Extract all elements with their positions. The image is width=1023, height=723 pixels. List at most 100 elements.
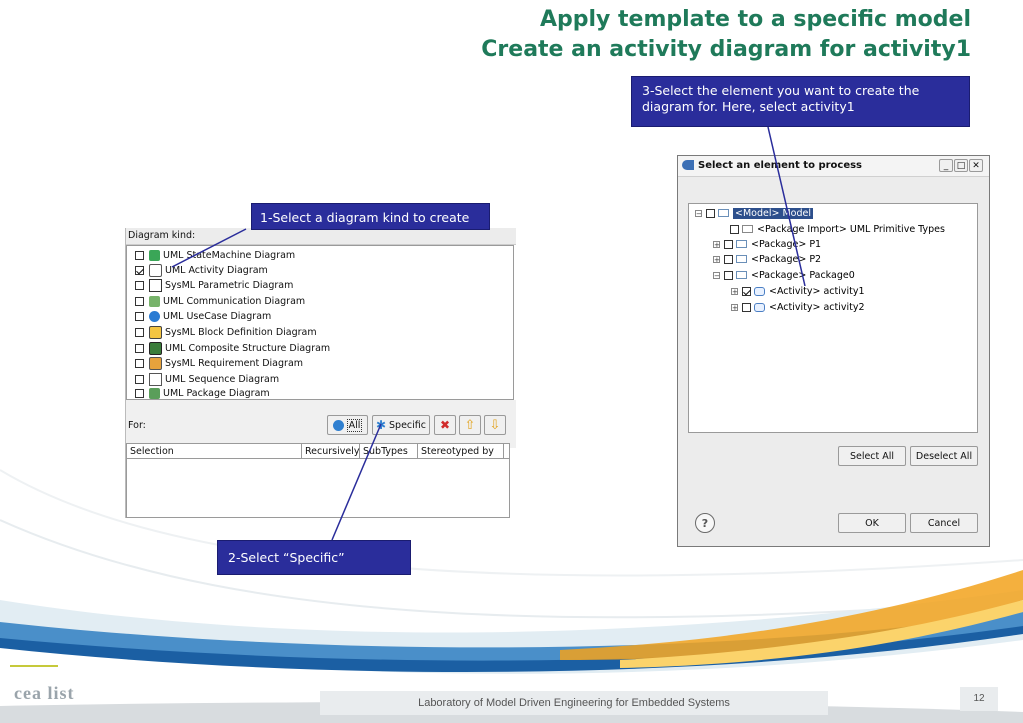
column-header-recursively[interactable]: Recursively bbox=[302, 444, 360, 458]
tree-item-label: <Package> Package0 bbox=[751, 269, 855, 281]
for-label: For: bbox=[128, 420, 146, 431]
diagram-kind-item[interactable]: UML Sequence Diagram bbox=[135, 372, 279, 387]
callout-step2: 2-Select “Specific” bbox=[217, 540, 411, 575]
diagram-kind-item[interactable]: SysML Block Definition Diagram bbox=[135, 325, 317, 340]
tree-item-label: <Activity> activity1 bbox=[769, 285, 865, 297]
column-header-subtypes[interactable]: SubTypes bbox=[360, 444, 418, 458]
checkbox[interactable] bbox=[135, 344, 144, 353]
activity-diagram-icon bbox=[149, 264, 162, 277]
expand-icon[interactable]: + bbox=[713, 240, 720, 248]
collapse-icon[interactable]: − bbox=[695, 209, 702, 217]
arrow-up-icon: ⇧ bbox=[464, 417, 476, 433]
tree-item-package0[interactable]: − <Package> Package0 bbox=[713, 268, 855, 282]
package-icon bbox=[736, 240, 747, 248]
dialog-title: Select an element to process bbox=[698, 160, 863, 171]
cancel-button[interactable]: Cancel bbox=[910, 513, 978, 533]
tree-item-package-import[interactable]: <Package Import> UML Primitive Types bbox=[730, 222, 945, 236]
slide-subtitle: Create an activity diagram for activity1 bbox=[481, 37, 971, 62]
close-button[interactable]: ✕ bbox=[969, 159, 983, 172]
cea-list-logo: cea list bbox=[14, 683, 74, 704]
minimize-icon: _ bbox=[943, 160, 949, 171]
tree-item-activity1[interactable]: + <Activity> activity1 bbox=[731, 284, 865, 298]
expand-icon[interactable]: + bbox=[731, 287, 738, 295]
tree-item-label: <Package Import> UML Primitive Types bbox=[757, 223, 945, 235]
checkbox[interactable] bbox=[135, 388, 144, 398]
expand-icon[interactable]: + bbox=[713, 255, 720, 263]
checkbox[interactable] bbox=[135, 312, 144, 321]
checkbox[interactable] bbox=[135, 297, 144, 306]
delete-icon: ✖ bbox=[439, 418, 451, 432]
diagram-kind-label: UML Communication Diagram bbox=[163, 296, 306, 307]
sequence-icon bbox=[149, 373, 162, 386]
ok-button[interactable]: OK bbox=[838, 513, 906, 533]
checkbox[interactable] bbox=[724, 239, 733, 249]
diagram-kind-item[interactable]: UML Communication Diagram bbox=[135, 294, 305, 309]
activity-icon bbox=[754, 302, 765, 312]
maximize-button[interactable]: □ bbox=[954, 159, 968, 172]
checkbox[interactable] bbox=[742, 302, 751, 312]
column-header-selection[interactable]: Selection bbox=[127, 444, 302, 458]
checkbox[interactable] bbox=[730, 224, 739, 234]
diagram-kind-label: SysML Requirement Diagram bbox=[165, 358, 304, 369]
table-header: Selection Recursively SubTypes Stereotyp… bbox=[127, 444, 509, 459]
tree-item-activity2[interactable]: + <Activity> activity2 bbox=[731, 300, 865, 314]
checkbox[interactable] bbox=[135, 266, 144, 275]
specific-button[interactable]: ✱ Specific bbox=[372, 415, 430, 435]
diagram-kind-item[interactable]: UML UseCase Diagram bbox=[135, 309, 271, 324]
maximize-icon: □ bbox=[956, 160, 966, 171]
logo-text: cea list bbox=[14, 683, 75, 703]
tree-item-label: <Package> P2 bbox=[751, 253, 822, 265]
page-number: 12 bbox=[973, 693, 985, 704]
diagram-kind-item[interactable]: UML StateMachine Diagram bbox=[135, 248, 295, 263]
diagram-kind-item[interactable]: SysML Requirement Diagram bbox=[135, 356, 303, 371]
deselect-all-button[interactable]: Deselect All bbox=[910, 446, 978, 466]
checkbox[interactable] bbox=[724, 270, 733, 280]
tree-item-label: <Package> P1 bbox=[751, 238, 822, 250]
package-diagram-icon bbox=[149, 387, 160, 399]
checkbox[interactable] bbox=[724, 254, 733, 264]
expand-icon[interactable]: + bbox=[731, 303, 738, 311]
dialog-titlebar: Select an element to process _ □ ✕ bbox=[678, 156, 989, 177]
callout-step1: 1-Select a diagram kind to create bbox=[251, 203, 490, 230]
diagram-kind-label: UML Activity Diagram bbox=[165, 265, 268, 276]
diagram-kind-label: UML Sequence Diagram bbox=[165, 374, 280, 385]
collapse-icon[interactable]: − bbox=[713, 271, 720, 279]
checkbox[interactable] bbox=[135, 359, 144, 368]
checkbox[interactable] bbox=[135, 328, 144, 337]
tree-item-label: <Model> Model bbox=[733, 207, 813, 219]
logo-underline bbox=[10, 665, 58, 667]
select-all-button[interactable]: Select All bbox=[838, 446, 906, 466]
diagram-kind-label: Diagram kind: bbox=[128, 230, 196, 241]
block-definition-icon bbox=[149, 326, 162, 339]
diagram-kind-item[interactable]: SysML Parametric Diagram bbox=[135, 278, 293, 293]
all-button[interactable]: All bbox=[327, 415, 368, 435]
activity-icon bbox=[754, 286, 765, 296]
composite-structure-icon bbox=[149, 342, 162, 355]
checkbox[interactable] bbox=[742, 286, 751, 296]
all-button-label: All bbox=[346, 418, 363, 432]
diagram-kind-item[interactable]: UML Activity Diagram bbox=[135, 263, 268, 278]
checkbox[interactable] bbox=[706, 208, 715, 218]
diagram-kind-item[interactable]: UML Composite Structure Diagram bbox=[135, 341, 330, 356]
help-icon[interactable]: ? bbox=[695, 513, 715, 533]
footer-text: Laboratory of Model Driven Engineering f… bbox=[418, 697, 730, 709]
tree-item-model[interactable]: − <Model> Model bbox=[695, 206, 813, 220]
diagram-kind-item[interactable]: UML Package Diagram bbox=[135, 387, 270, 399]
minimize-button[interactable]: _ bbox=[939, 159, 953, 172]
checkbox[interactable] bbox=[135, 251, 144, 260]
tree-item-p1[interactable]: + <Package> P1 bbox=[713, 237, 821, 251]
remove-button[interactable]: ✖ bbox=[434, 415, 456, 435]
move-up-button[interactable]: ⇧ bbox=[459, 415, 481, 435]
tree-item-p2[interactable]: + <Package> P2 bbox=[713, 252, 821, 266]
for-bar bbox=[126, 400, 516, 448]
move-down-button[interactable]: ⇩ bbox=[484, 415, 506, 435]
parametric-icon bbox=[149, 279, 162, 292]
checkbox[interactable] bbox=[135, 281, 144, 290]
diagram-kind-label: UML Package Diagram bbox=[163, 387, 270, 399]
checkbox[interactable] bbox=[135, 375, 144, 384]
package-icon bbox=[736, 255, 747, 263]
eclipse-icon bbox=[682, 160, 694, 170]
diagram-kind-label: UML StateMachine Diagram bbox=[163, 250, 296, 261]
column-header-stereotyped-by[interactable]: Stereotyped by bbox=[418, 444, 504, 458]
refresh-icon bbox=[332, 419, 344, 431]
